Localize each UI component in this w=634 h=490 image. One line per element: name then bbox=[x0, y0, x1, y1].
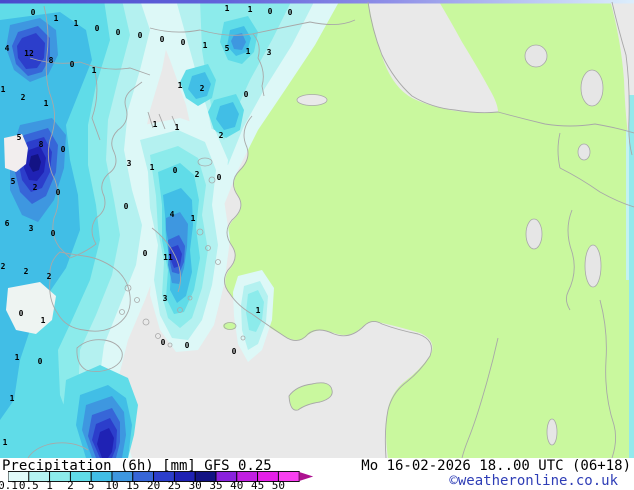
map-value-label: 0 bbox=[70, 60, 75, 69]
forecast-datetime: Mo 16-02-2026 18..00 UTC (06+18) bbox=[361, 458, 631, 474]
colorbar-tick: 0.1 bbox=[0, 479, 18, 490]
colorbar-tick: 5 bbox=[87, 479, 95, 490]
map-value-label: 6 bbox=[5, 219, 10, 228]
precipitation-map: 0110 0 0 0 0 11 1 0 04128 015 1 31211 201 125803 1 0 2 05… bbox=[0, 0, 634, 458]
map-value-label: 1 bbox=[246, 47, 251, 56]
map-value-label: 0 bbox=[31, 8, 36, 17]
map-value-label: 1 bbox=[191, 214, 196, 223]
map-value-label: 0 bbox=[217, 173, 222, 182]
map-value-label: 4 bbox=[5, 44, 10, 53]
map-value-label: 11 bbox=[163, 253, 173, 262]
map-value-label: 0 bbox=[143, 249, 148, 258]
map-value-label: 1 bbox=[10, 394, 15, 403]
copyright-link[interactable]: ©weatheronline.co.uk bbox=[449, 473, 618, 489]
colorbar-tick: 20 bbox=[146, 479, 161, 490]
map-value-label: 1 bbox=[3, 438, 8, 447]
colorbar-tick: 1 bbox=[46, 479, 53, 490]
map-value-label: 1 bbox=[175, 123, 180, 132]
map-value-label: 0 bbox=[181, 38, 186, 47]
map-value-label: 1 bbox=[248, 5, 253, 14]
map-value-label: 1 bbox=[41, 316, 46, 325]
map-value-label: 1 bbox=[92, 66, 97, 75]
map-value-label: 0 bbox=[232, 347, 237, 356]
map-value-label: 1 bbox=[44, 99, 49, 108]
map-value-label: 12 bbox=[24, 49, 34, 58]
colorbar-tick: 35 bbox=[209, 479, 223, 490]
map-value-label: 2 bbox=[195, 170, 200, 179]
colorbar-tick: 10 bbox=[105, 479, 119, 490]
map-value-label: 2 bbox=[33, 183, 38, 192]
map-value-label: 3 bbox=[29, 224, 34, 233]
map-value-label: 1 bbox=[74, 19, 79, 28]
map-value-label: 2 bbox=[47, 272, 52, 281]
map-value-label: 0 bbox=[51, 229, 56, 238]
map-value-label: 8 bbox=[39, 140, 44, 149]
colorbar-tick: 30 bbox=[188, 479, 202, 490]
map-value-label: 4 bbox=[170, 210, 175, 219]
map-value-label: 0 bbox=[19, 309, 24, 318]
map-value-label: 0 bbox=[160, 35, 165, 44]
map-value-label: 0 bbox=[61, 145, 66, 154]
map-value-label: 3 bbox=[267, 48, 272, 57]
colorbar-tick: 45 bbox=[250, 479, 265, 490]
map-value-label: 5 bbox=[17, 133, 22, 142]
map-value-label: 1 bbox=[256, 306, 261, 315]
colorbar-tick: 25 bbox=[167, 479, 182, 490]
map-value-label: 0 bbox=[268, 7, 273, 16]
map-value-label: 1 bbox=[15, 353, 20, 362]
map-value-label: 0 bbox=[38, 357, 43, 366]
colorbar-tick: 0.5 bbox=[18, 479, 39, 490]
map-value-label: 2 bbox=[1, 262, 6, 271]
weather-map-page: 0 1 1 0 0 0 0 0 1 1 1 0 0 4 12 8 0 1 5 1 3 1 2 1 1 2 0 1 1 2 5 8 0 3 1 0 2 0 5… bbox=[0, 0, 634, 490]
map-value-label: 2 bbox=[21, 93, 26, 102]
map-value-label: 0 bbox=[185, 341, 190, 350]
map-value-label: 0 bbox=[116, 28, 121, 37]
map-value-label: 0 bbox=[288, 8, 293, 17]
colorbar-tick: 15 bbox=[126, 479, 140, 490]
map-value-label: 1 bbox=[225, 4, 230, 13]
map-value-label: 0 bbox=[124, 202, 129, 211]
map-value-label: 0 bbox=[138, 31, 143, 40]
map-value-label: 1 bbox=[1, 85, 6, 94]
colorbar-tick: 50 bbox=[271, 479, 286, 490]
map-value-label: 2 bbox=[200, 84, 205, 93]
map-value-label: 3 bbox=[127, 159, 132, 168]
colorbar-tick: 2 bbox=[67, 479, 74, 490]
map-value-label: 2 bbox=[24, 267, 29, 276]
map-value-label: 0 bbox=[161, 338, 166, 347]
map-value-label: 5 bbox=[225, 44, 230, 53]
map-value-label: 1 bbox=[203, 41, 208, 50]
map-value-label: 2 bbox=[219, 131, 224, 140]
map-value-label: 0 bbox=[244, 90, 249, 99]
map-value-label: 1 bbox=[150, 163, 155, 172]
map-value-label: 1 bbox=[54, 14, 59, 23]
map-value-label: 3 bbox=[163, 294, 168, 303]
map-value-label: 1 bbox=[153, 120, 158, 129]
colorbar-arrow bbox=[299, 472, 314, 481]
map-value-label: 8 bbox=[49, 56, 54, 65]
map-value-label: 5 bbox=[11, 177, 16, 186]
map-value-label: 0 bbox=[173, 166, 178, 175]
colorbar-tick: 40 bbox=[230, 479, 244, 490]
map-value-label: 0 bbox=[56, 188, 61, 197]
map-value-label: 1 bbox=[178, 81, 183, 90]
map-value-label: 0 bbox=[95, 24, 100, 33]
